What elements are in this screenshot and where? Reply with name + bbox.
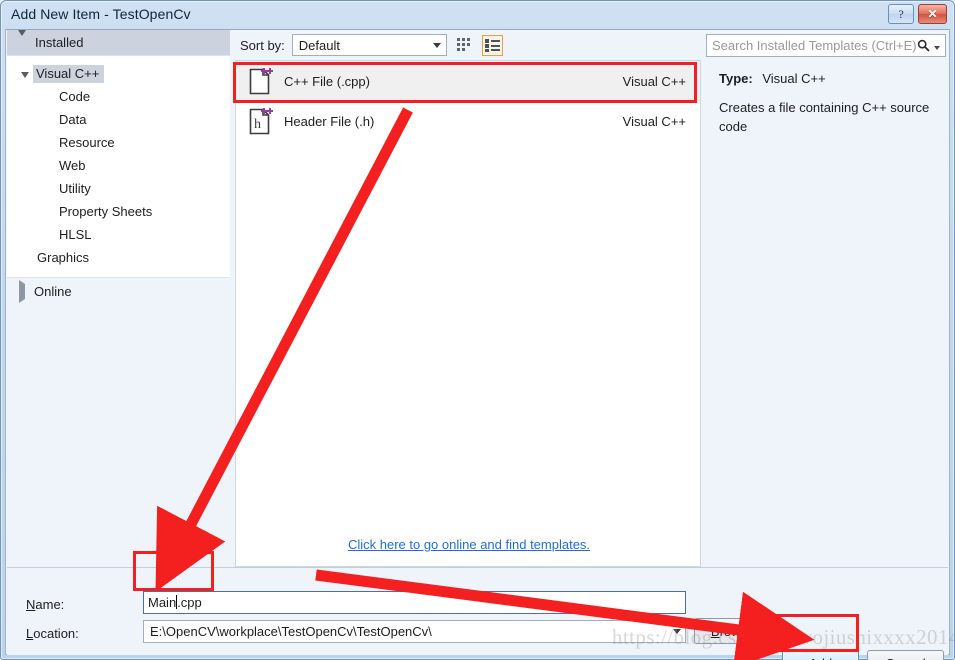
tree-node-label: Visual C++: [33, 64, 105, 83]
location-field-label: Location:: [26, 626, 79, 641]
tree-section-online[interactable]: Online: [7, 278, 230, 304]
location-value: E:\OpenCV\workplace\TestOpenCv\TestOpenC…: [150, 624, 432, 639]
installed-header-label: Installed: [35, 35, 84, 50]
location-combobox[interactable]: E:\OpenCV\workplace\TestOpenCv\TestOpenC…: [143, 620, 686, 643]
template-item-label: C++ File (.cpp): [284, 73, 370, 89]
tree-node-label: Web: [59, 158, 86, 173]
add-button-label: Add: [809, 656, 832, 660]
tiles-view-icon[interactable]: [454, 35, 475, 56]
details-panel: Search Installed Templates (Ctrl+E) Type…: [706, 30, 949, 567]
chevron-down-icon: [19, 71, 31, 78]
chevron-down-icon: [18, 30, 26, 51]
tree-node-utility[interactable]: Utility: [7, 177, 230, 200]
add-new-item-dialog: Add New Item - TestOpenCv ? ✕ Installed …: [0, 0, 955, 660]
browse-button[interactable]: Browse...: [694, 618, 782, 644]
dialog-client-area: Installed Visual C++ Code Data Resource …: [5, 29, 950, 660]
template-list-panel: Sort by: Default C++ File (.cpp) Visual …: [235, 30, 701, 567]
close-button[interactable]: ✕: [918, 4, 947, 24]
search-templates-input[interactable]: Search Installed Templates (Ctrl+E): [706, 34, 946, 57]
browse-button-label: Browse...: [710, 623, 766, 639]
template-details: Type: Visual C++ Creates a file containi…: [706, 63, 949, 567]
tree-node-list: Visual C++ Code Data Resource Web Utilit…: [7, 55, 230, 278]
sort-toolbar: Sort by: Default: [235, 30, 701, 60]
template-item-category: Visual C++: [622, 113, 686, 129]
chevron-right-icon: [19, 279, 25, 303]
tree-node-label: HLSL: [59, 227, 92, 242]
tree-node-label: Resource: [59, 135, 115, 150]
tree-node-label: Code: [59, 89, 91, 104]
cancel-button[interactable]: Cancel: [867, 650, 944, 660]
chevron-down-icon[interactable]: [934, 38, 940, 53]
search-icon: [917, 39, 930, 52]
tree-section-installed[interactable]: Installed: [7, 30, 230, 55]
tree-node-label: Data: [59, 112, 87, 127]
name-value-after-caret: .cpp: [177, 595, 202, 610]
name-value-before-caret: Main: [148, 595, 177, 610]
detail-type-value: Visual C++: [762, 71, 826, 86]
tree-node-hlsl[interactable]: HLSL: [7, 223, 230, 246]
list-view-icon[interactable]: [481, 34, 503, 56]
template-item-label: Header File (.h): [284, 113, 375, 129]
tree-node-web[interactable]: Web: [7, 154, 230, 177]
add-button[interactable]: Add: [782, 650, 859, 660]
tree-node-label: Utility: [59, 181, 91, 196]
svg-text:h: h: [254, 117, 261, 132]
tree-node-label: Graphics: [37, 250, 90, 265]
tree-node-data[interactable]: Data: [7, 108, 230, 131]
cpp-file-icon: [244, 66, 278, 96]
title-bar[interactable]: Add New Item - TestOpenCv ? ✕: [0, 0, 955, 29]
name-input-value: Main.cpp: [144, 595, 202, 610]
sort-by-label: Sort by:: [240, 37, 285, 53]
tree-node-property-sheets[interactable]: Property Sheets: [7, 200, 230, 223]
name-field-label: Name:: [26, 597, 65, 612]
window-title: Add New Item - TestOpenCv: [11, 6, 191, 22]
detail-type-label: Type:: [719, 71, 753, 86]
help-button[interactable]: ?: [888, 4, 914, 24]
tree-node-visual-cpp[interactable]: Visual C++: [7, 62, 230, 85]
chevron-down-icon: [429, 42, 446, 48]
cancel-button-label: Cancel: [885, 656, 925, 660]
template-list[interactable]: C++ File (.cpp) Visual C++ h Header File…: [235, 60, 701, 567]
template-item-category: Visual C++: [622, 73, 686, 89]
online-header-label: Online: [34, 283, 72, 299]
sort-by-dropdown[interactable]: Default: [291, 34, 447, 56]
chevron-down-icon: [668, 629, 685, 634]
search-controls: [917, 38, 945, 53]
detail-type-row: Type: Visual C++: [719, 71, 935, 86]
tree-node-resource[interactable]: Resource: [7, 131, 230, 154]
search-placeholder: Search Installed Templates (Ctrl+E): [712, 38, 917, 53]
tree-node-code[interactable]: Code: [7, 85, 230, 108]
template-item-header-file[interactable]: h Header File (.h) Visual C++: [236, 101, 700, 141]
name-input[interactable]: Main.cpp: [143, 591, 686, 614]
tree-node-label: Property Sheets: [59, 204, 153, 219]
installed-templates-tree: Installed Visual C++ Code Data Resource …: [7, 30, 230, 567]
dialog-footer: Name: Location: Main.cpp E:\OpenCV\workp…: [7, 567, 948, 655]
template-item-cpp-file[interactable]: C++ File (.cpp) Visual C++: [236, 61, 700, 101]
tree-node-graphics[interactable]: Graphics: [7, 246, 230, 269]
online-templates-link-wrap: Click here to go online and find templat…: [236, 537, 700, 552]
sort-by-value: Default: [298, 37, 340, 53]
online-templates-link[interactable]: Click here to go online and find templat…: [348, 537, 590, 552]
header-file-icon: h: [244, 106, 278, 136]
detail-description: Creates a file containing C++ source cod…: [719, 100, 930, 134]
